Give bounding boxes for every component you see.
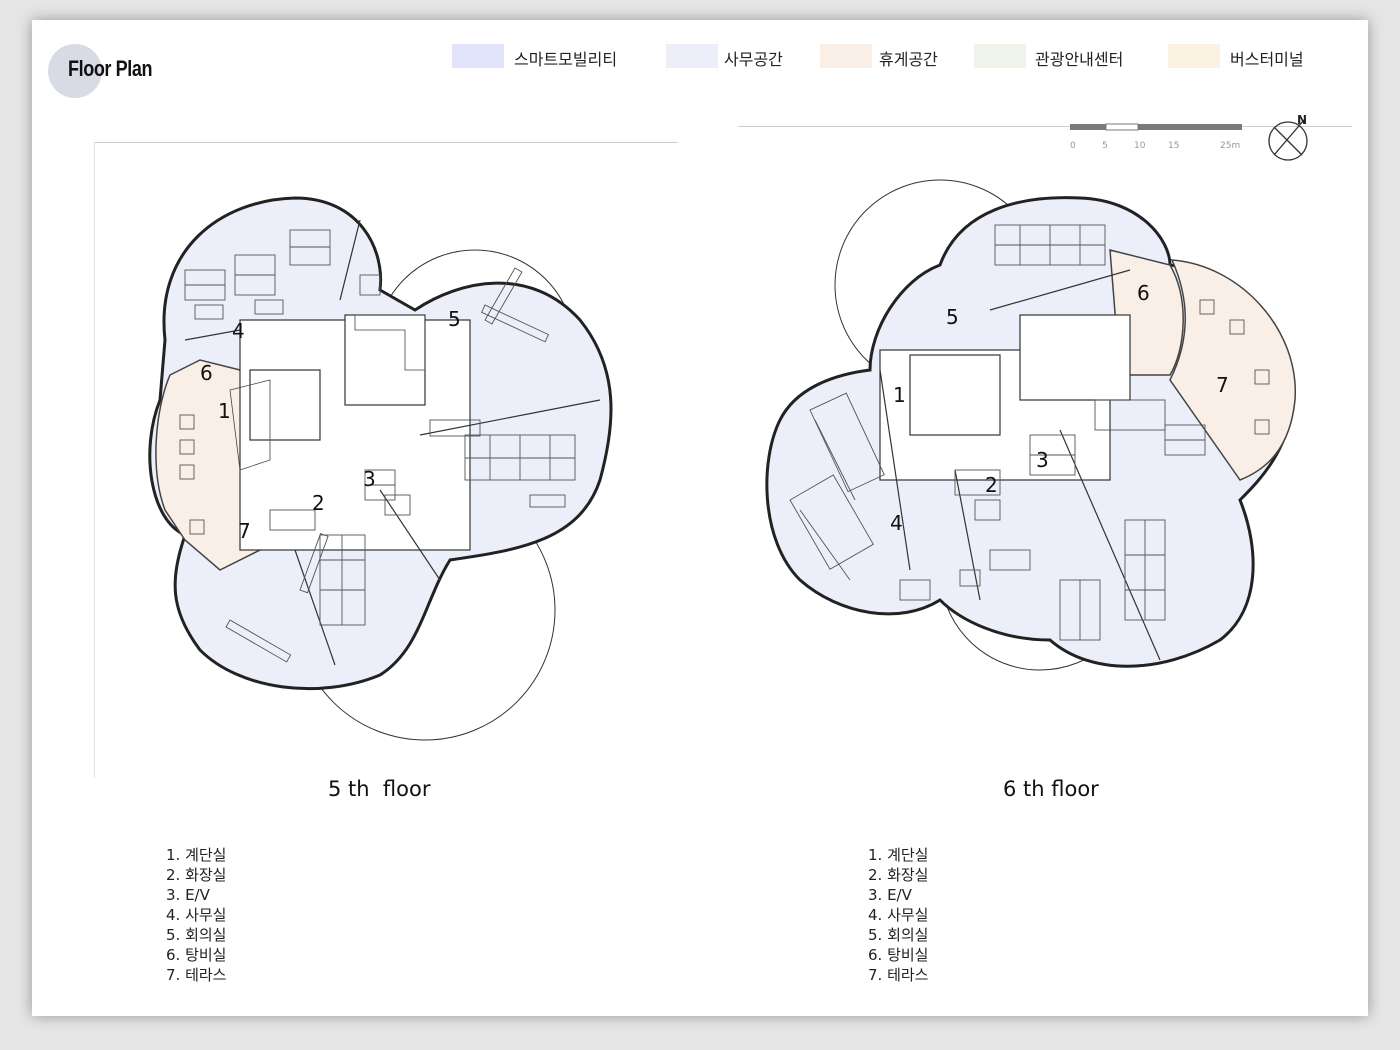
legend-swatch-office — [666, 44, 718, 68]
legend-label-lounge: 휴게공간 — [879, 50, 938, 69]
legend-label-office: 사무공간 — [724, 50, 783, 69]
scale-tick: 25m — [1220, 141, 1240, 151]
list-item: 5. 회의실 — [868, 926, 929, 944]
legend-swatch-tourist-center — [974, 44, 1026, 68]
list-item: 6. 탕비실 — [868, 946, 929, 964]
room-number-2: 2 — [312, 491, 325, 515]
floor-plan-6th: 5 6 7 1 3 2 4 — [765, 179, 1296, 671]
legend-swatch-bus-terminal — [1168, 44, 1220, 68]
scale-segment — [1070, 124, 1106, 130]
scale-tick: 0 — [1070, 141, 1076, 151]
room-number-6: 6 — [1137, 281, 1150, 305]
room-list-5th: 1. 계단실 2. 화장실 3. E/V 4. 사무실 5. 회의실 6. 탕비… — [166, 845, 226, 985]
list-item: 6. 탕비실 — [166, 946, 227, 964]
room-number-1: 1 — [893, 383, 906, 407]
list-item: 7. 테라스 — [868, 966, 929, 984]
scale-segment — [1172, 124, 1242, 130]
list-item: 2. 화장실 — [868, 866, 929, 884]
building-outline — [765, 196, 1296, 668]
list-item: 1. 계단실 — [868, 846, 929, 864]
list-item: 7. 테라스 — [166, 966, 227, 984]
page-title: Floor Plan — [68, 56, 153, 81]
legend-swatch-smart-mobility — [452, 44, 504, 68]
scale-tick: 10 — [1134, 141, 1146, 151]
room-number-7: 7 — [1216, 373, 1229, 397]
room-number-4: 4 — [890, 511, 903, 535]
legend-swatch-lounge — [820, 44, 872, 68]
list-item: 1. 계단실 — [166, 846, 227, 864]
building-outline — [148, 196, 613, 691]
list-item: 3. E/V — [166, 886, 210, 904]
room-list-6th: 1. 계단실 2. 화장실 3. E/V 4. 사무실 5. 회의실 6. 탕비… — [868, 845, 928, 985]
room-number-3: 3 — [1036, 448, 1049, 472]
room-number-1: 1 — [218, 399, 231, 423]
scale-tick: 5 — [1102, 141, 1108, 151]
room-number-2: 2 — [985, 473, 998, 497]
divider-left-vertical — [94, 142, 95, 778]
room-number-6: 6 — [200, 361, 213, 385]
legend-label-tourist-center: 관광안내센터 — [1035, 50, 1124, 69]
room-number-4: 4 — [232, 319, 245, 343]
scale-bar: 0 5 10 15 25m N — [1070, 113, 1308, 161]
room-number-7: 7 — [238, 519, 251, 543]
list-item: 4. 사무실 — [166, 906, 227, 924]
north-label: N — [1297, 113, 1307, 127]
caption-5th-floor: 5 th floor — [328, 777, 431, 801]
north-arrow-icon: N — [1268, 113, 1308, 161]
divider-left — [94, 142, 678, 143]
legend-label-smart-mobility: 스마트모빌리티 — [514, 50, 618, 69]
list-item: 5. 회의실 — [166, 926, 227, 944]
room-number-3: 3 — [363, 467, 376, 491]
scale-segment — [1138, 124, 1172, 130]
list-item: 4. 사무실 — [868, 906, 929, 924]
caption-6th-floor: 6 th floor — [1003, 777, 1099, 801]
room-number-5: 5 — [946, 305, 959, 329]
scale-tick: 15 — [1168, 141, 1179, 151]
scale-segment — [1105, 123, 1139, 131]
list-item: 3. E/V — [868, 886, 912, 904]
list-item: 2. 화장실 — [166, 866, 227, 884]
floor-plan-5th: 4 5 6 1 3 2 7 — [148, 196, 613, 741]
room-number-5: 5 — [448, 307, 461, 331]
legend-label-bus-terminal: 버스터미널 — [1230, 50, 1304, 69]
